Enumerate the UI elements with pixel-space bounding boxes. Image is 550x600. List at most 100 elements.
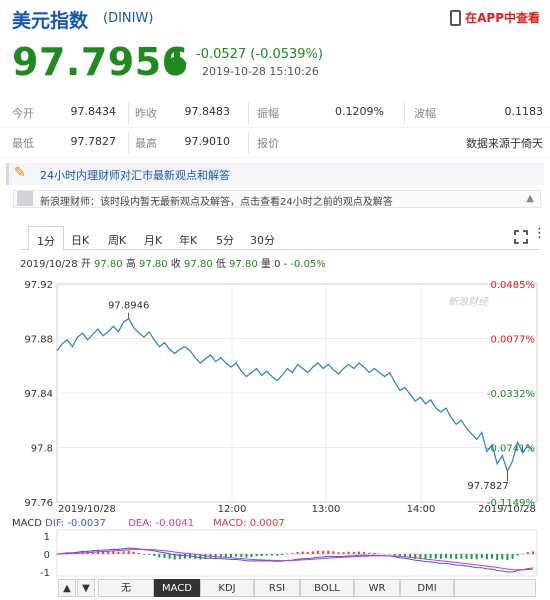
stat-label: 昨收 — [135, 107, 157, 120]
price-chart: 新浪财经 97.92 97.88 97.84 97.8 97.76 0.0485% 0.0… — [24, 280, 538, 512]
tab-yearly[interactable]: 年K — [179, 232, 197, 248]
macd-bar — [291, 553, 294, 554]
tab-1min[interactable]: 1分 — [28, 226, 64, 251]
fullscreen-icon[interactable] — [514, 230, 528, 244]
chevron-down-icon[interactable]: ▲ — [526, 193, 534, 204]
indicator-none[interactable]: 无 — [98, 579, 154, 597]
stat-label: 振幅 — [257, 107, 279, 120]
macd-bar — [137, 553, 140, 554]
stat-value: 97.8483 — [184, 105, 231, 118]
macd-bar — [455, 554, 458, 560]
indicator-dmi[interactable]: DMI — [400, 579, 454, 597]
current-price: 97.7956 — [12, 40, 189, 84]
indicator-wr[interactable]: WR — [354, 579, 400, 597]
macd-bar — [132, 551, 135, 554]
macd-bar — [347, 551, 350, 554]
macd-bar — [521, 554, 524, 555]
stats-grid: 今开 97.8434 昨收 97.8483 振幅 0.1209% 波幅 0.11… — [0, 98, 550, 158]
macd-bar — [255, 554, 258, 557]
macd-bar — [112, 551, 115, 554]
tab-30min[interactable]: 30分 — [250, 232, 275, 248]
macd-bar — [183, 554, 186, 559]
macd-bar — [158, 554, 161, 558]
macd-bar — [378, 553, 381, 554]
macd-bar — [501, 554, 504, 560]
macd-bar — [127, 550, 130, 554]
indicator-macd[interactable]: MACD — [154, 579, 200, 597]
macd-bar — [153, 554, 156, 557]
macd-bar — [270, 554, 273, 556]
macd-bar — [245, 554, 248, 558]
macd-bar — [265, 554, 268, 556]
price-change: -0.0527 (-0.0539%) — [196, 47, 323, 62]
indicator-boll[interactable]: BOLL — [300, 579, 354, 597]
open-in-app-link[interactable]: 在APP中查看 — [450, 9, 540, 26]
pct-tick-label: 0.0485% — [491, 280, 536, 291]
macd-bar — [475, 554, 478, 560]
macd-bar — [117, 551, 120, 554]
x-tick-label: 2019/10/28 — [478, 504, 536, 512]
macd-bar — [480, 554, 483, 559]
instrument-title: 美元指数 — [12, 10, 89, 32]
macd-bar — [460, 554, 463, 559]
advisor-comment-text[interactable]: 新浪理财师：该时段内暂无最新观点及解答，点击查看24小时之前的观点及解答 — [40, 193, 393, 208]
y-tick-label: 97.8 — [31, 444, 53, 455]
tab-daily[interactable]: 日K — [71, 232, 89, 248]
macd-bar — [148, 554, 151, 555]
macd-bar — [388, 554, 391, 555]
macd-bar — [281, 554, 284, 556]
macd-bar — [526, 552, 529, 554]
nav-left-button[interactable]: ▲ — [58, 579, 76, 597]
indicator-kdj[interactable]: KDJ — [200, 579, 254, 597]
macd-bar — [317, 550, 320, 554]
macd-bar — [424, 554, 427, 560]
tab-monthly[interactable]: 月K — [144, 232, 162, 248]
macd-bar — [342, 552, 345, 554]
macd-bar — [327, 550, 330, 554]
y-tick-label: 97.76 — [24, 498, 53, 509]
watermark: 新浪财经 — [448, 296, 489, 308]
macd-bar — [393, 554, 396, 556]
tab-weekly[interactable]: 周K — [108, 232, 126, 248]
x-tick-label: 14:00 — [407, 504, 436, 512]
macd-bar — [296, 551, 299, 554]
macd-bar — [250, 554, 253, 558]
macd-bar — [439, 554, 442, 559]
macd-y-label: 0 — [44, 550, 50, 561]
macd-bar — [286, 553, 289, 555]
macd-bar — [485, 554, 488, 560]
macd-bar — [168, 554, 171, 559]
macd-bar — [107, 551, 110, 554]
indicator-more[interactable] — [454, 579, 536, 597]
macd-bar — [163, 554, 166, 558]
nav-right-button[interactable]: ▼ — [77, 579, 95, 597]
price-line — [56, 317, 534, 473]
news-title[interactable]: 24小时内理财师对汇市最新观点和解答 — [40, 167, 230, 183]
macd-chart: 1 0 -1 — [40, 529, 538, 579]
indicator-rsi[interactable]: RSI — [254, 579, 300, 597]
bar-info: 2019/10/28 开 97.80 高 97.80 收 97.80 低 97.… — [20, 259, 326, 270]
macd-bar — [235, 554, 238, 557]
y-tick-label: 97.92 — [24, 280, 53, 291]
macd-bar — [470, 554, 473, 559]
macd-bar — [532, 551, 534, 554]
macd-bar — [429, 554, 432, 559]
open-in-app-label: 在APP中查看 — [465, 11, 540, 25]
down-arrow-icon — [167, 47, 187, 76]
y-tick-label: 97.84 — [24, 389, 53, 400]
period-tabs — [20, 226, 540, 250]
tab-5min[interactable]: 5分 — [216, 232, 234, 248]
stat-value: 97.7827 — [70, 135, 117, 148]
settings-icon[interactable]: ⋮ — [533, 226, 546, 241]
macd-bar — [143, 554, 146, 555]
macd-bar — [332, 551, 335, 554]
stat-value: 97.8434 — [70, 105, 117, 118]
stat-label: 报价 — [257, 137, 279, 150]
macd-bar — [434, 554, 437, 559]
phone-icon — [450, 9, 462, 26]
x-tick-label: 2019/10/28 — [58, 504, 116, 512]
macd-bar — [337, 552, 340, 554]
annotation-label: 97.8946 — [108, 301, 149, 312]
quote-time: 2019-10-28 15:10:26 — [202, 65, 319, 78]
macd-bar — [224, 554, 227, 558]
